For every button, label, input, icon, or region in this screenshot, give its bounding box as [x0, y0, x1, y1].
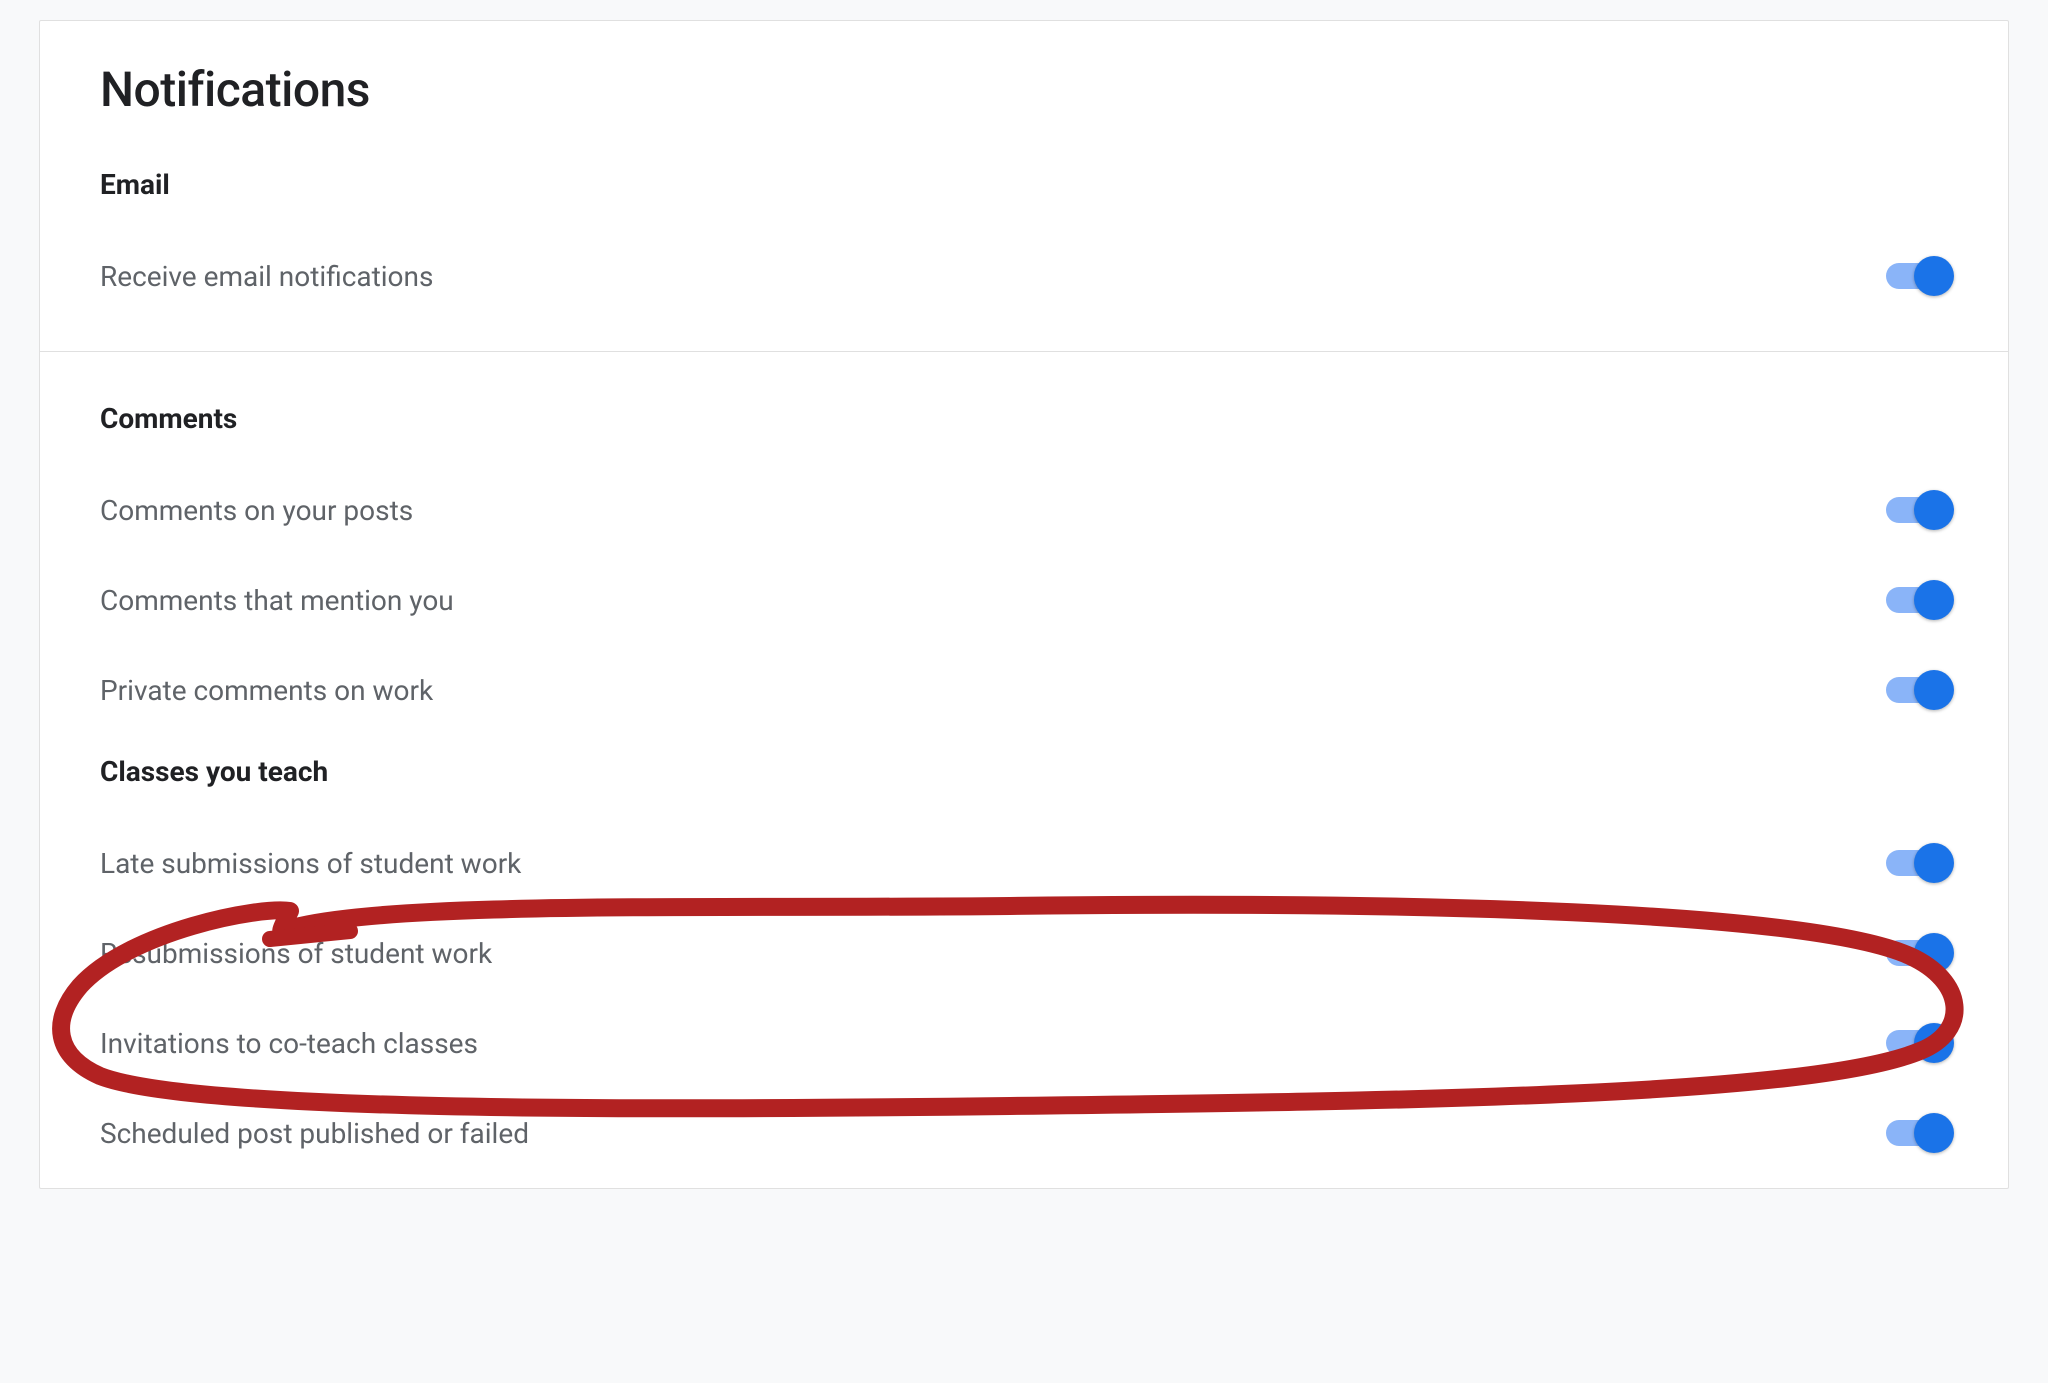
toggle-email-notifications[interactable] [1886, 263, 1948, 289]
page-title: Notifications [100, 61, 1948, 118]
toggle-invitations[interactable] [1886, 1030, 1948, 1056]
setting-label: Comments that mention you [100, 584, 454, 617]
toggle-knob-icon [1914, 843, 1954, 883]
section-divider [40, 351, 2008, 352]
section-header-comments: Comments [100, 402, 1948, 435]
toggle-knob-icon [1914, 256, 1954, 296]
toggle-late-submissions[interactable] [1886, 850, 1948, 876]
toggle-scheduled-post[interactable] [1886, 1120, 1948, 1146]
section-classes: Classes you teach Late submissions of st… [100, 755, 1948, 1178]
setting-row-email-notifications: Receive email notifications [100, 231, 1948, 321]
section-email: Email Receive email notifications [100, 168, 1948, 321]
setting-row-scheduled-post: Scheduled post published or failed [100, 1088, 1948, 1178]
setting-label: Invitations to co-teach classes [100, 1027, 478, 1060]
setting-row-invitations: Invitations to co-teach classes [100, 998, 1948, 1088]
setting-label: Receive email notifications [100, 260, 433, 293]
setting-row-comments-private: Private comments on work [100, 645, 1948, 735]
toggle-knob-icon [1914, 490, 1954, 530]
setting-label: Late submissions of student work [100, 847, 521, 880]
setting-row-comments-mention: Comments that mention you [100, 555, 1948, 645]
setting-label: Scheduled post published or failed [100, 1117, 529, 1150]
section-header-classes: Classes you teach [100, 755, 1948, 788]
settings-card: Notifications Email Receive email notifi… [39, 20, 2009, 1189]
setting-row-comments-posts: Comments on your posts [100, 465, 1948, 555]
toggle-knob-icon [1914, 933, 1954, 973]
setting-label: Comments on your posts [100, 494, 413, 527]
toggle-comments-private[interactable] [1886, 677, 1948, 703]
toggle-comments-posts[interactable] [1886, 497, 1948, 523]
toggle-knob-icon [1914, 580, 1954, 620]
toggle-resubmissions[interactable] [1886, 940, 1948, 966]
setting-label: Resubmissions of student work [100, 937, 492, 970]
setting-label: Private comments on work [100, 674, 433, 707]
section-comments: Comments Comments on your posts Comments… [100, 402, 1948, 735]
toggle-knob-icon [1914, 1023, 1954, 1063]
toggle-comments-mention[interactable] [1886, 587, 1948, 613]
toggle-knob-icon [1914, 670, 1954, 710]
toggle-knob-icon [1914, 1113, 1954, 1153]
section-header-email: Email [100, 168, 1948, 201]
setting-row-resubmissions: Resubmissions of student work [100, 908, 1948, 998]
setting-row-late-submissions: Late submissions of student work [100, 818, 1948, 908]
